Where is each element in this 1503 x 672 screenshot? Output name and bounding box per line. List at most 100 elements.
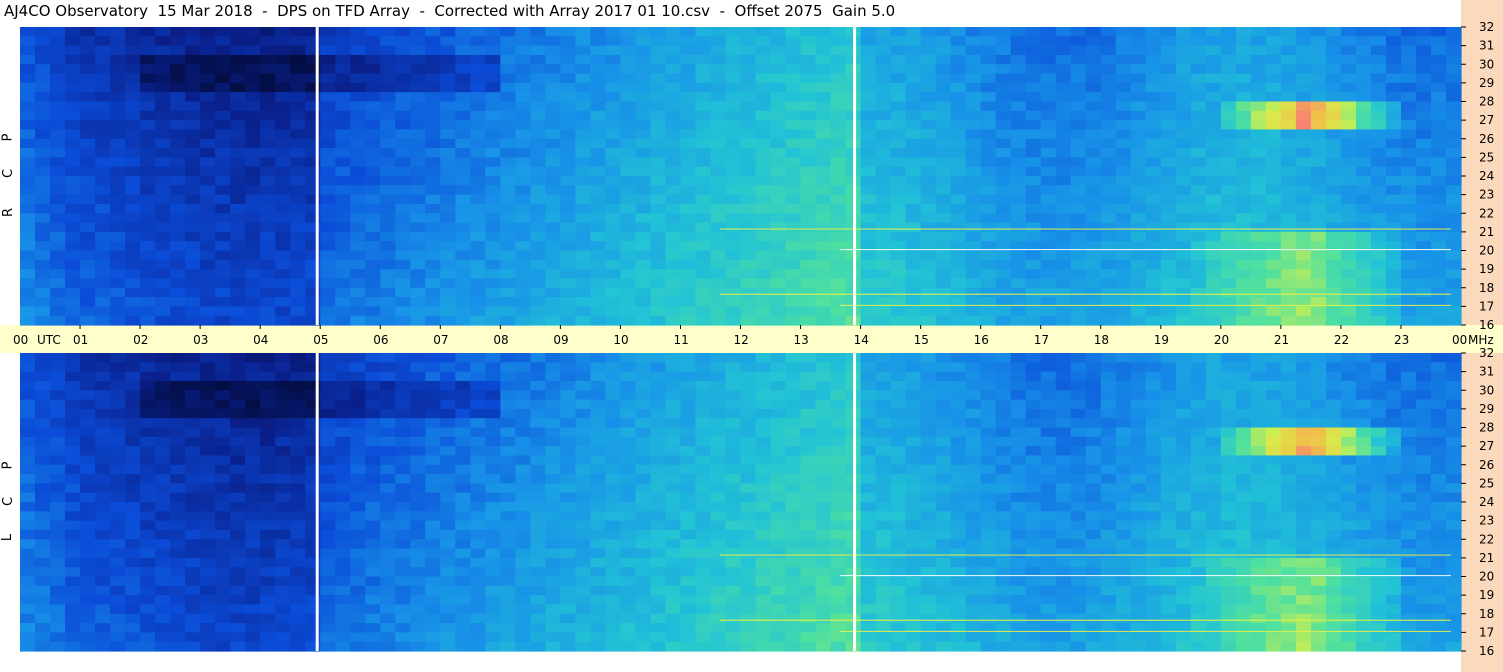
heatmap-cell xyxy=(1235,213,1252,224)
heatmap-cell xyxy=(440,362,456,373)
heatmap-cell xyxy=(1250,176,1267,186)
heatmap-cell xyxy=(410,213,426,224)
heatmap-cell xyxy=(65,73,81,84)
heatmap-cell xyxy=(350,250,366,261)
heatmap-cell xyxy=(455,101,471,112)
heatmap-cell xyxy=(35,176,51,186)
heatmap-cell xyxy=(890,222,907,233)
heatmap-cell xyxy=(755,641,772,652)
heatmap-cell xyxy=(695,595,712,606)
heatmap-cell xyxy=(1310,27,1327,37)
heatmap-cell xyxy=(1100,36,1117,47)
heatmap-cell xyxy=(1010,157,1027,168)
heatmap-cell xyxy=(95,241,111,252)
heatmap-cell xyxy=(1235,27,1252,37)
heatmap-cell xyxy=(80,287,96,298)
heatmap-cell xyxy=(725,64,742,75)
heatmap-cell xyxy=(875,427,892,438)
heatmap-cell xyxy=(680,492,697,503)
heatmap-cell xyxy=(890,54,907,65)
heatmap-cell xyxy=(440,353,456,363)
heatmap-cell xyxy=(1010,259,1027,270)
heatmap-cell xyxy=(1280,138,1297,149)
heatmap-cell xyxy=(335,222,351,233)
heatmap-cell xyxy=(440,36,456,47)
heatmap-cell xyxy=(20,45,36,56)
heatmap-cell xyxy=(1250,315,1267,326)
heatmap-cell xyxy=(650,45,667,56)
heatmap-cell xyxy=(260,250,276,261)
heatmap-cell xyxy=(1100,287,1117,298)
heatmap-cell xyxy=(740,194,757,205)
heatmap-cell xyxy=(200,148,216,158)
heatmap-cell xyxy=(1085,36,1102,47)
heatmap-cell xyxy=(815,194,832,205)
heatmap-cell xyxy=(935,148,952,158)
heatmap-cell xyxy=(80,222,96,233)
heatmap-cell xyxy=(35,511,51,522)
heatmap-cell xyxy=(620,259,637,270)
heatmap-cell xyxy=(785,483,802,494)
heatmap-cell xyxy=(1025,148,1042,158)
heatmap-cell xyxy=(140,604,156,615)
heatmap-cell xyxy=(410,632,426,643)
heatmap-cell xyxy=(725,157,742,168)
heatmap-cell xyxy=(875,557,892,568)
heatmap-cell xyxy=(245,73,261,84)
heatmap-cell xyxy=(215,511,231,522)
heatmap-cell xyxy=(20,194,36,205)
heatmap-cell xyxy=(1040,54,1057,65)
heatmap-cell xyxy=(350,390,366,401)
heatmap-cell xyxy=(875,641,892,652)
heatmap-cell xyxy=(20,129,36,140)
heatmap-cell xyxy=(140,371,156,382)
heatmap-cell xyxy=(1445,120,1462,131)
heatmap-cell xyxy=(245,539,261,550)
heatmap-cell xyxy=(260,362,276,373)
heatmap-cell xyxy=(260,520,276,531)
heatmap-cell xyxy=(680,353,697,363)
heatmap-cell xyxy=(455,539,471,550)
heatmap-cell xyxy=(755,101,772,112)
heatmap-cell xyxy=(335,427,351,438)
heatmap-cell xyxy=(1295,185,1312,196)
heatmap-cell xyxy=(230,148,246,158)
heatmap-cell xyxy=(590,27,607,37)
heatmap-cell xyxy=(755,418,772,429)
heatmap-cell xyxy=(215,166,231,177)
heatmap-cell xyxy=(185,54,201,65)
heatmap-cell xyxy=(1415,315,1432,326)
heatmap-cell xyxy=(485,585,501,596)
heatmap-cell xyxy=(530,306,546,317)
heatmap-cell xyxy=(95,446,111,457)
heatmap-cell xyxy=(830,529,847,540)
heatmap-cell xyxy=(590,511,607,522)
heatmap-cell xyxy=(935,259,952,270)
heatmap-cell xyxy=(755,166,772,177)
heatmap-cell xyxy=(110,595,126,606)
heatmap-cell xyxy=(35,222,51,233)
heatmap-cell xyxy=(200,203,216,214)
heatmap-cell xyxy=(485,92,501,103)
heatmap-cell xyxy=(710,129,727,140)
heatmap-cell xyxy=(20,418,36,429)
heatmap-cell xyxy=(20,576,36,587)
heatmap-cell xyxy=(320,64,336,75)
heatmap-cell xyxy=(395,557,411,568)
heatmap-cell xyxy=(410,82,426,93)
heatmap-cell xyxy=(875,604,892,615)
heatmap-cell xyxy=(1055,92,1072,103)
heatmap-cell xyxy=(740,390,757,401)
heatmap-cell xyxy=(890,148,907,158)
heatmap-cell xyxy=(470,73,486,84)
heatmap-cell xyxy=(245,399,261,410)
heatmap-cell xyxy=(65,595,81,606)
heatmap-cell xyxy=(725,604,742,615)
heatmap-cell xyxy=(620,120,637,131)
heatmap-cell xyxy=(80,623,96,633)
heatmap-cell xyxy=(125,371,141,382)
heatmap-cell xyxy=(1385,203,1402,214)
heatmap-cell xyxy=(260,315,276,326)
heatmap-cell xyxy=(995,250,1012,261)
heatmap-cell xyxy=(545,36,561,47)
